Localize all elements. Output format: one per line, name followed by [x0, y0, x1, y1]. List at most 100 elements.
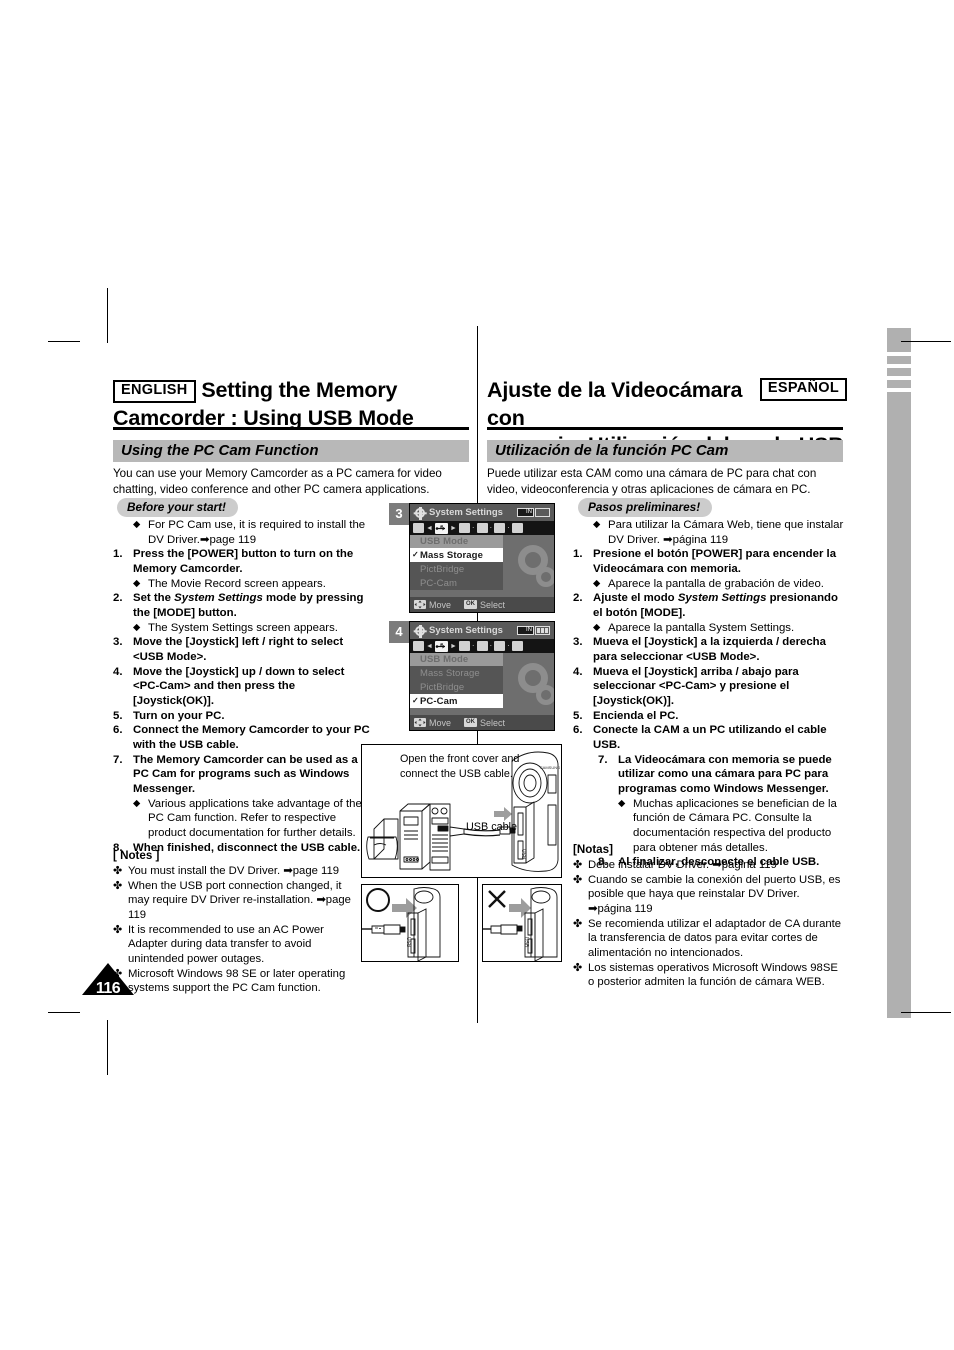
english-note-1: ✤ You must install the DV Driver. ➡page … — [113, 864, 358, 879]
footer-select-label: Select — [480, 599, 506, 610]
lcd-body: USB Mode Mass Storage PictBridge PC-Cam — [410, 653, 554, 715]
menu-item-pc-cam[interactable]: PC-Cam — [410, 576, 503, 590]
step-text: Encienda el PC. — [593, 709, 679, 722]
english-before-start-pill: Before your start! — [117, 498, 238, 518]
separator-dot: · — [471, 641, 475, 650]
step-text: Conecte la CAM a un PC utilizando el cab… — [593, 724, 827, 751]
svg-text:USB: USB — [405, 937, 411, 948]
manual-page: ENGLISH Setting the Memory Camcorder : U… — [0, 0, 954, 1350]
english-note-3: ✤ It is recommended to use an AC Power A… — [113, 923, 358, 967]
menu-item-mass-storage[interactable]: Mass Storage — [410, 548, 503, 562]
page-number: 116 — [95, 980, 121, 997]
english-step-1: 1. Press the [POWER] button to turn on t… — [113, 547, 371, 576]
spanish-notes-title: [Notas] — [573, 843, 613, 856]
chevron-left-icon[interactable]: ◄ — [426, 643, 433, 650]
note-text: When the USB port connection changed, it… — [128, 879, 351, 922]
step-text: Mueva el [Joystick] arriba / abajo para … — [593, 665, 799, 707]
usb-icon[interactable] — [434, 522, 448, 534]
chevron-right-icon[interactable]: ► — [450, 643, 457, 650]
memory-icon[interactable] — [413, 641, 424, 651]
lcd-brightness-icon[interactable] — [494, 523, 506, 533]
chevron-right-icon[interactable]: ► — [450, 525, 457, 532]
english-step-5: 5. Turn on your PC. — [113, 709, 371, 724]
footer-move-label: Move — [429, 717, 452, 728]
margin-rule-top — [901, 341, 951, 342]
memory-icon[interactable] — [413, 523, 424, 533]
crop-mark-bottom-left-v — [107, 1020, 108, 1075]
spanish-title-rule — [487, 427, 843, 430]
note-text: Debe instalar DV Driver. ➡página 119 — [588, 859, 777, 872]
clover-bullet-icon: ✤ — [573, 858, 583, 872]
lcd-icon-bar: ◄ ► · · · — [410, 521, 554, 535]
usb-mode-menu: USB Mode Mass Storage PictBridge PC-Cam — [410, 653, 503, 708]
clover-bullet-icon: ✤ — [113, 878, 123, 892]
menu-item-mass-storage[interactable]: Mass Storage — [410, 666, 503, 680]
english-step-2-sub: ◆ The System Settings screen appears. — [133, 621, 371, 636]
joystick-icon — [414, 718, 426, 727]
english-notes-title: [ Notes ] — [113, 849, 160, 862]
sub-text: Various applications take advantage of t… — [148, 797, 362, 839]
note-text: Microsoft Windows 98 SE or later operati… — [128, 967, 346, 995]
spanish-note-1: ✤ Debe instalar DV Driver. ➡página 119 — [573, 858, 845, 873]
date-icon[interactable] — [476, 523, 488, 533]
illustration-caption: Open the front cover and connect the USB… — [400, 752, 540, 782]
menu-header: USB Mode — [410, 535, 503, 548]
spanish-title-line1: Ajuste de la Videocámara con — [487, 378, 743, 430]
joystick-icon — [414, 600, 426, 609]
english-pre-bullet-text: For PC Cam use, it is required to instal… — [148, 519, 366, 546]
menu-item-pictbridge[interactable]: PictBridge — [410, 562, 503, 576]
gear-watermark-small-icon — [536, 685, 554, 705]
date-icon[interactable] — [476, 641, 488, 651]
settings-icon[interactable] — [511, 641, 523, 651]
step-number: 7. — [598, 753, 608, 766]
step-text: Presione el botón [POWER] para encender … — [593, 548, 837, 575]
spanish-pre-bullet-text: Para utilizar la Cámara Web, tiene que i… — [608, 519, 844, 546]
step-number: 5. — [113, 709, 123, 722]
settings-icon[interactable] — [511, 523, 523, 533]
menu-item-pictbridge[interactable]: PictBridge — [410, 680, 503, 694]
step-number: 1. — [573, 548, 583, 561]
spanish-section-header: Utilización de la función PC Cam — [487, 440, 843, 462]
step-text: Turn on your PC. — [133, 709, 225, 722]
chevron-left-icon[interactable]: ◄ — [426, 525, 433, 532]
spanish-note-4: ✤ Los sistemas operativos Microsoft Wind… — [573, 961, 845, 990]
spanish-step-list: ◆ Para utilizar la Cámara Web, tiene que… — [573, 518, 845, 870]
english-language-badge: ENGLISH — [113, 380, 196, 403]
step-text-pre: Ajuste el modo — [593, 592, 678, 605]
lcd-icon-bar: ◄ ► · · · — [410, 639, 554, 653]
separator-dot: · — [489, 523, 493, 532]
battery-bars — [535, 508, 550, 517]
spanish-step-4: 4. Mueva el [Joystick] arriba / abajo pa… — [573, 665, 845, 709]
step-number: 2. — [113, 592, 123, 605]
menu-item-pc-cam[interactable]: PC-Cam — [410, 694, 503, 708]
spanish-note-2: ✤ Cuando se cambie la conexión del puert… — [573, 873, 845, 917]
diamond-bullet-icon: ◆ — [133, 797, 141, 809]
step-number: 2. — [573, 592, 583, 605]
note-text: It is recommended to use an AC Power Ada… — [128, 923, 324, 966]
separator-dot: · — [471, 523, 475, 532]
diamond-bullet-icon: ◆ — [133, 577, 141, 589]
storage-icon[interactable] — [458, 641, 470, 651]
storage-icon[interactable] — [458, 523, 470, 533]
lcd-screen: System Settings IN ◄ ► · · · — [409, 503, 555, 613]
incorrect-usb-orientation-panel: USB — [482, 884, 562, 962]
battery-bars — [535, 626, 550, 635]
english-note-2: ✤ When the USB port connection changed, … — [113, 879, 358, 923]
svg-text:USB: USB — [523, 937, 529, 948]
note-text: Los sistemas operativos Microsoft Window… — [588, 961, 838, 989]
lcd-title-bar: System Settings IN — [410, 504, 554, 521]
lcd-title-text: System Settings — [429, 507, 503, 518]
english-note-4: ✤ Microsoft Windows 98 SE or later opera… — [113, 967, 358, 996]
note-text: Cuando se cambie la conexión del puerto … — [588, 873, 841, 916]
spanish-before-start-pill: Pasos preliminares! — [578, 498, 713, 518]
english-intro-text: You can use your Memory Camcorder as a P… — [113, 467, 442, 497]
clover-bullet-icon: ✤ — [113, 922, 123, 936]
usb-icon[interactable] — [434, 640, 448, 652]
english-step-4: 4. Move the [Joystick] up / down to sele… — [113, 665, 371, 709]
english-step-7-sub: ◆ Various applications take advantage of… — [133, 797, 371, 841]
lcd-brightness-icon[interactable] — [494, 641, 506, 651]
usb-mode-menu: USB Mode Mass Storage PictBridge PC-Cam — [410, 535, 503, 590]
lcd-title-bar: System Settings IN — [410, 622, 554, 639]
sub-text: The Movie Record screen appears. — [148, 577, 326, 590]
spanish-step-1-sub: ◆ Aparece la pantalla de grabación de vi… — [593, 577, 845, 592]
